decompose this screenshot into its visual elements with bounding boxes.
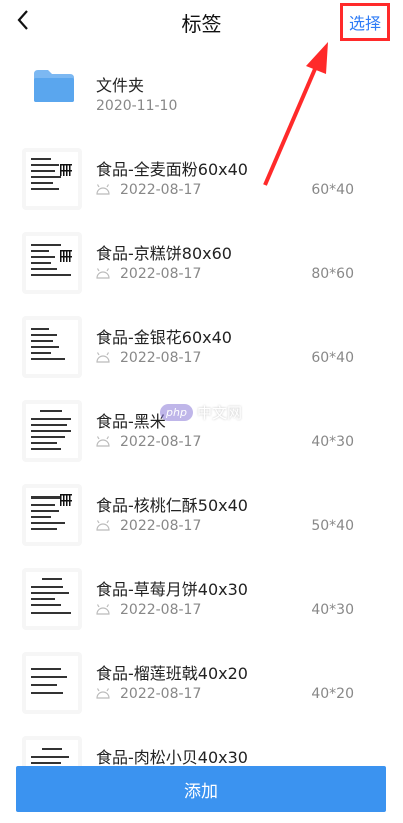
label-list: 文件夹 2020-11-10 食品-全麦面粉60x40 2022-08-17 6… (0, 54, 403, 810)
folder-meta: 2020-11-10 (96, 98, 386, 116)
item-date: 2022-08-17 (120, 434, 202, 450)
item-size: 40*30 (311, 602, 354, 618)
item-date: 2022-08-17 (120, 686, 202, 702)
item-name: 食品-肉松小贝40x30 (96, 748, 248, 767)
folder-date: 2020-11-10 (96, 98, 178, 114)
item-meta: 2022-08-17 80*60 (96, 266, 386, 284)
item-size: 80*60 (311, 266, 354, 282)
list-item[interactable]: 食品-草莓月饼40x30 2022-08-17 40*30 (0, 558, 403, 642)
item-date: 2022-08-17 (120, 350, 202, 366)
list-item[interactable]: 食品-金银花60x40 2022-08-17 60*40 (0, 306, 403, 390)
item-name: 食品-核桃仁酥50x40 (96, 496, 248, 515)
item-date: 2022-08-17 (120, 182, 202, 198)
item-name: 食品-金银花60x40 (96, 328, 232, 347)
android-icon (96, 268, 110, 279)
android-icon (96, 688, 110, 699)
folder-name: 文件夹 (96, 76, 145, 95)
item-meta: 2022-08-17 40*30 (96, 602, 386, 620)
item-date: 2022-08-17 (120, 266, 202, 282)
item-size: 60*40 (311, 350, 354, 366)
folder-row[interactable]: 文件夹 2020-11-10 (0, 54, 403, 138)
item-name: 食品-榴莲班戟40x20 (96, 664, 248, 683)
android-icon (96, 436, 110, 447)
select-button[interactable]: 选择 (340, 3, 390, 41)
item-size: 40*20 (311, 686, 354, 702)
label-thumbnail (22, 400, 82, 462)
top-bar: 标签 选择 (0, 0, 403, 44)
list-item[interactable]: 食品-全麦面粉60x40 2022-08-17 60*40 (0, 138, 403, 222)
item-name: 食品-京糕饼80x60 (96, 244, 232, 263)
folder-icon (34, 70, 74, 102)
android-icon (96, 604, 110, 615)
item-size: 40*30 (311, 434, 354, 450)
label-thumbnail (22, 484, 82, 546)
label-thumbnail (22, 148, 82, 210)
item-meta: 2022-08-17 40*30 (96, 434, 386, 452)
item-date: 2022-08-17 (120, 602, 202, 618)
add-button[interactable]: 添加 (16, 766, 386, 812)
label-thumbnail (22, 568, 82, 630)
item-name: 食品-黑米 (96, 412, 166, 431)
item-name: 食品-草莓月饼40x30 (96, 580, 248, 599)
label-thumbnail (22, 652, 82, 714)
android-icon (96, 184, 110, 195)
list-item[interactable]: 食品-核桃仁酥50x40 2022-08-17 50*40 (0, 474, 403, 558)
item-meta: 2022-08-17 50*40 (96, 518, 386, 536)
item-size: 60*40 (311, 182, 354, 198)
item-date: 2022-08-17 (120, 518, 202, 534)
item-meta: 2022-08-17 40*20 (96, 686, 386, 704)
item-meta: 2022-08-17 60*40 (96, 350, 386, 368)
list-item[interactable]: 食品-黑米 2022-08-17 40*30 (0, 390, 403, 474)
label-thumbnail (22, 232, 82, 294)
item-name: 食品-全麦面粉60x40 (96, 160, 248, 179)
list-item[interactable]: 食品-京糕饼80x60 2022-08-17 80*60 (0, 222, 403, 306)
list-item[interactable]: 食品-榴莲班戟40x20 2022-08-17 40*20 (0, 642, 403, 726)
item-meta: 2022-08-17 60*40 (96, 182, 386, 200)
label-thumbnail (22, 316, 82, 378)
android-icon (96, 520, 110, 531)
item-size: 50*40 (311, 518, 354, 534)
android-icon (96, 352, 110, 363)
